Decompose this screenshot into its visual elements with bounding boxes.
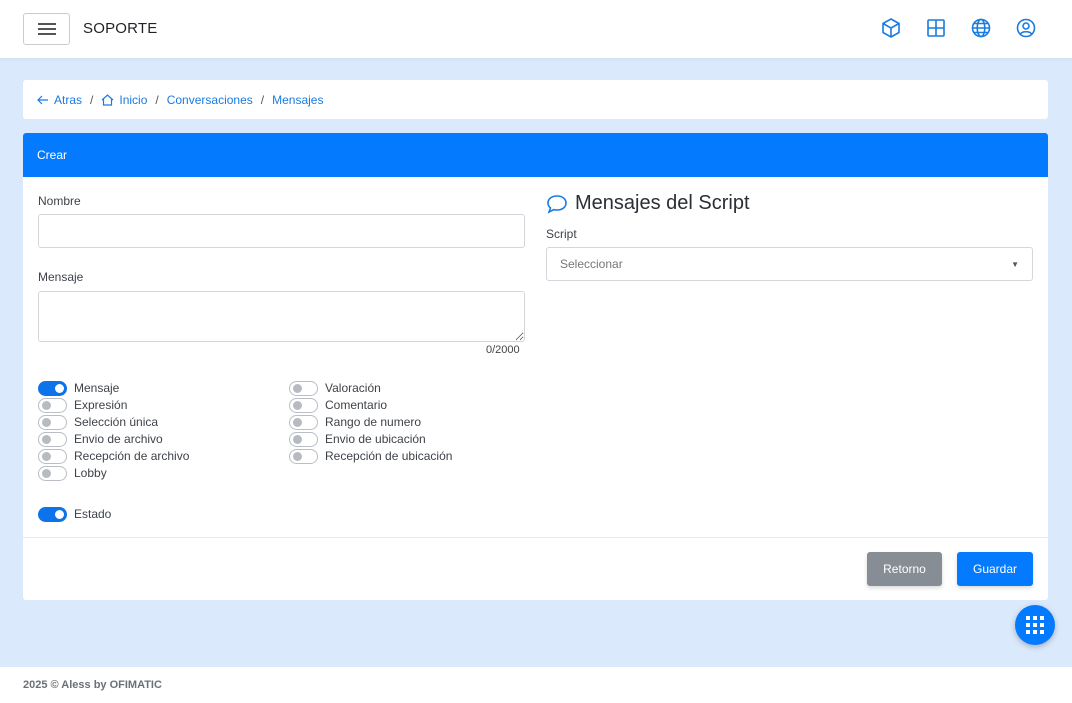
toggle-row: Lobby bbox=[38, 465, 107, 481]
breadcrumb: Atras / Inicio / Conversaciones / Mensaj… bbox=[23, 80, 1048, 119]
apps-fab-button[interactable] bbox=[1015, 605, 1055, 645]
footer-copyright: 2025 © Aless by OFIMATIC bbox=[23, 679, 162, 691]
script-select[interactable]: Seleccionar ▼ bbox=[546, 247, 1033, 281]
app-title: SOPORTE bbox=[83, 20, 158, 37]
arrow-left-icon bbox=[37, 95, 48, 104]
breadcrumb-back-label: Atras bbox=[54, 92, 83, 107]
toggle-row: Selección única bbox=[38, 414, 158, 430]
status-toggle-label: Estado bbox=[74, 507, 112, 521]
grid-icon[interactable] bbox=[925, 17, 947, 39]
box-icon[interactable] bbox=[880, 17, 902, 39]
toggle-row: Valoración bbox=[289, 380, 381, 396]
toggle-row: Mensaje bbox=[38, 380, 119, 396]
user-circle-icon[interactable] bbox=[1015, 17, 1037, 39]
toggle-label: Expresión bbox=[74, 398, 128, 412]
toggle-label: Lobby bbox=[74, 466, 107, 480]
return-button[interactable]: Retorno bbox=[867, 552, 942, 586]
toggle-switch[interactable] bbox=[38, 380, 67, 396]
card-header: Crear bbox=[23, 133, 1048, 177]
breadcrumb-back-link[interactable]: Atras bbox=[37, 93, 82, 107]
toggle-row: Envio de ubicación bbox=[289, 431, 426, 447]
breadcrumb-current[interactable]: Mensajes bbox=[272, 93, 323, 107]
save-button[interactable]: Guardar bbox=[957, 552, 1033, 586]
toggle-switch[interactable] bbox=[38, 431, 67, 447]
top-navbar: SOPORTE bbox=[0, 0, 1072, 58]
breadcrumb-home-label: Inicio bbox=[119, 92, 148, 107]
toggle-row: Rango de numero bbox=[289, 414, 421, 430]
breadcrumb-separator: / bbox=[90, 92, 94, 107]
toggle-label: Rango de numero bbox=[325, 415, 422, 429]
toggle-switch[interactable] bbox=[38, 414, 67, 430]
status-toggle-row: Estado bbox=[38, 506, 111, 522]
name-label: Nombre bbox=[38, 194, 81, 208]
breadcrumb-conversations-link[interactable]: Conversaciones bbox=[167, 93, 253, 107]
caret-down-icon: ▼ bbox=[1011, 259, 1019, 269]
toggle-label: Recepción de ubicación bbox=[325, 449, 453, 463]
toggle-label: Mensaje bbox=[74, 381, 120, 395]
toggle-row: Recepción de ubicación bbox=[289, 448, 452, 464]
toggle-label: Valoración bbox=[325, 381, 381, 395]
globe-icon[interactable] bbox=[970, 17, 992, 39]
toggle-row: Comentario bbox=[289, 397, 387, 413]
toggle-switch[interactable] bbox=[289, 380, 318, 396]
script-select-placeholder: Seleccionar bbox=[560, 257, 623, 271]
name-input[interactable] bbox=[38, 214, 525, 248]
toggle-row: Recepción de archivo bbox=[38, 448, 189, 464]
toggle-row: Envio de archivo bbox=[38, 431, 163, 447]
toggle-label: Envio de archivo bbox=[74, 432, 163, 446]
create-card: Crear Nombre Mensaje 0/2000 Mensajes del… bbox=[23, 133, 1048, 600]
home-icon bbox=[101, 93, 114, 106]
toggle-row: Expresión bbox=[38, 397, 127, 413]
breadcrumb-separator: / bbox=[155, 92, 159, 107]
script-section-title: Mensajes del Script bbox=[546, 192, 750, 215]
toggle-switch[interactable] bbox=[289, 431, 318, 447]
toggle-switch[interactable] bbox=[38, 397, 67, 413]
toggle-switch[interactable] bbox=[289, 414, 318, 430]
toggle-label: Selección única bbox=[74, 415, 159, 429]
page-footer: 2025 © Aless by OFIMATIC bbox=[0, 667, 1072, 703]
apps-grid-icon bbox=[1026, 616, 1044, 634]
status-toggle[interactable] bbox=[38, 506, 67, 522]
message-textarea[interactable] bbox=[38, 291, 525, 342]
toggle-switch[interactable] bbox=[289, 448, 318, 464]
speech-bubble-icon bbox=[547, 194, 567, 214]
card-title: Crear bbox=[37, 148, 68, 162]
toggle-switch[interactable] bbox=[289, 397, 318, 413]
breadcrumb-separator: / bbox=[260, 92, 265, 107]
script-label: Script bbox=[546, 227, 577, 241]
toggle-switch[interactable] bbox=[38, 448, 67, 464]
script-section-title-text: Mensajes del Script bbox=[575, 192, 750, 214]
toggle-label: Envio de ubicación bbox=[325, 432, 426, 446]
hamburger-icon bbox=[37, 23, 56, 35]
message-label: Mensaje bbox=[38, 270, 84, 284]
toggle-label: Comentario bbox=[325, 398, 388, 412]
breadcrumb-home-link[interactable]: Inicio bbox=[101, 93, 147, 107]
toggle-label: Recepción de archivo bbox=[74, 449, 190, 463]
character-counter: 0/2000 bbox=[486, 344, 520, 356]
card-footer-divider bbox=[23, 537, 1048, 538]
menu-toggle-button[interactable] bbox=[23, 13, 70, 45]
toggle-switch[interactable] bbox=[38, 465, 67, 481]
